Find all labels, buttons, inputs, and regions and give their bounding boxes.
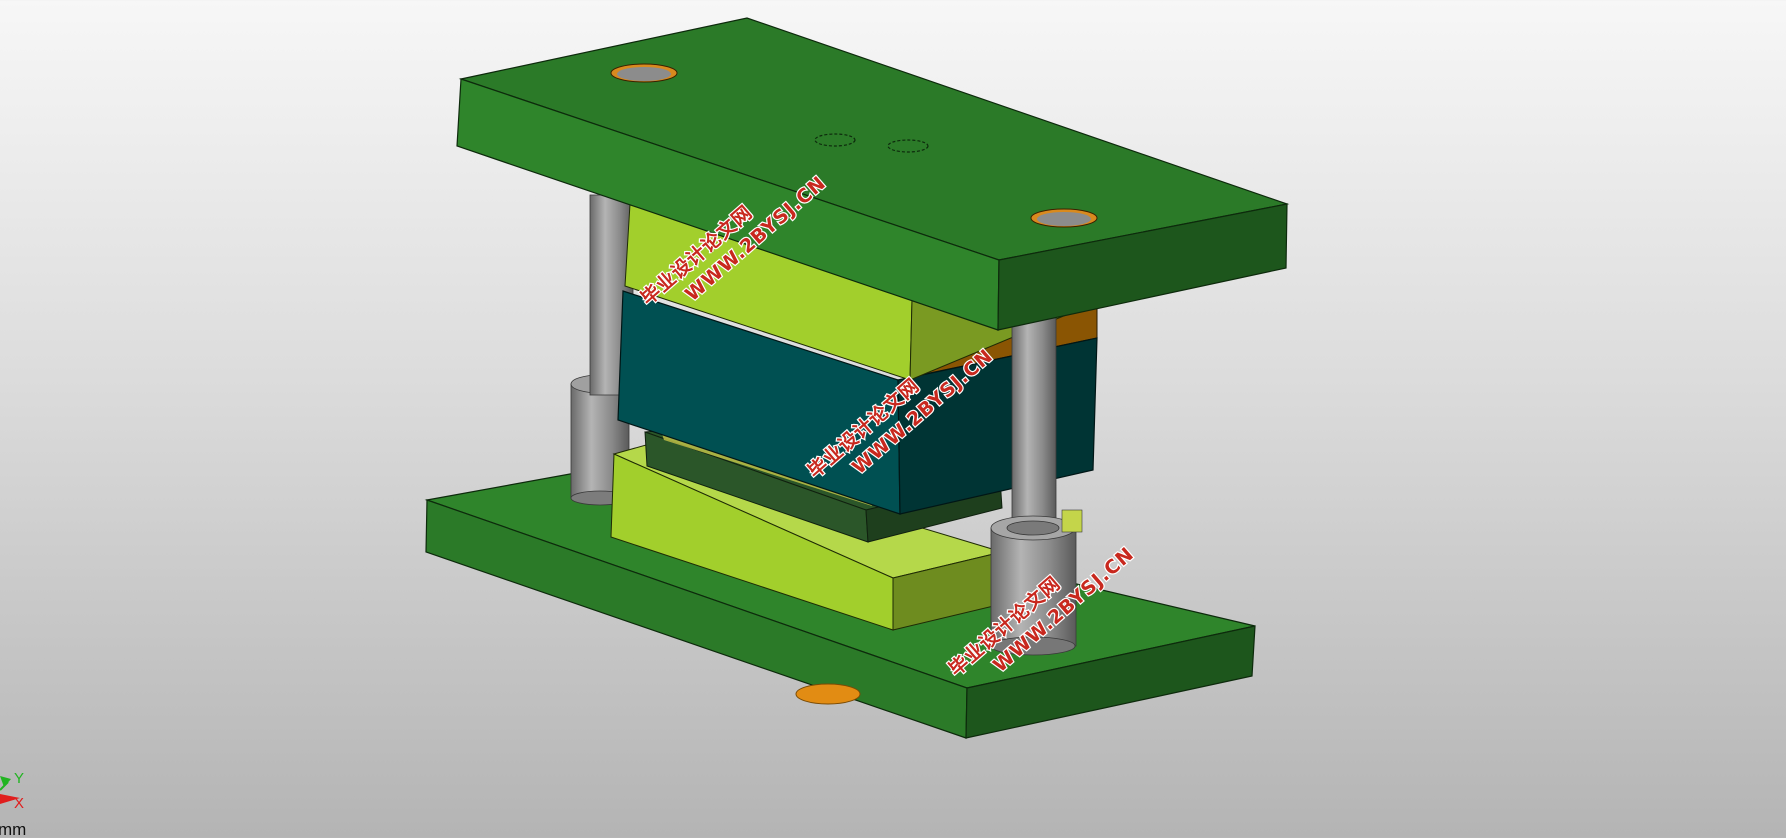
triad-y-label: Y xyxy=(14,770,24,787)
cad-3d-viewport[interactable]: 毕业设计论文网 WWW.2BYSJ.CN 毕业设计论文网 WWW.2BYSJ.C… xyxy=(0,0,1786,838)
units-indicator: mm xyxy=(0,820,27,838)
bottom-orange-part xyxy=(795,683,861,705)
model-view: 毕业设计论文网 WWW.2BYSJ.CN 毕业设计论文网 WWW.2BYSJ.C… xyxy=(0,17,1290,812)
triad-x-label: X xyxy=(14,795,24,812)
top-die-shoe xyxy=(456,17,1290,331)
axis-triad: Y X xyxy=(0,770,24,812)
